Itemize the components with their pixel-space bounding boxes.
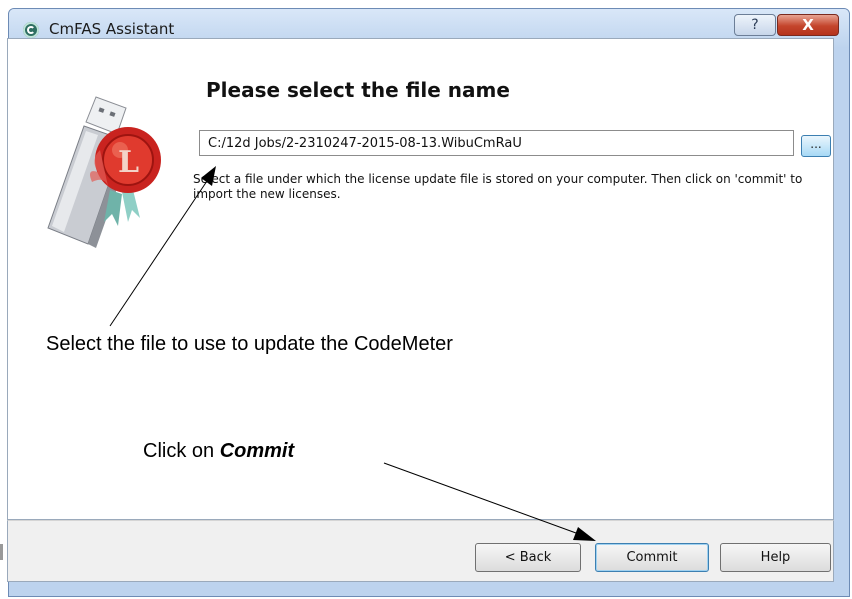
page-heading: Please select the file name (206, 78, 510, 102)
annotation-click-target: Commit (219, 440, 295, 462)
close-button[interactable]: X (777, 14, 839, 36)
codemeter-logo-icon (23, 22, 39, 38)
instruction-text: Select a file under which the license up… (193, 172, 803, 201)
annotation-click-commit: Click on Commit (143, 440, 294, 463)
annotation-select-file: Select the file to use to update the Cod… (46, 333, 453, 355)
window-edge-grip (0, 544, 3, 560)
annotation-click-prefix: Click on (143, 440, 220, 462)
wizard-content-area (7, 38, 834, 520)
help-title-button[interactable]: ? (734, 14, 776, 36)
back-button[interactable]: < Back (475, 543, 581, 572)
help-button[interactable]: Help (720, 543, 831, 572)
window-title: CmFAS Assistant (49, 20, 175, 38)
file-path-input[interactable] (199, 130, 794, 156)
wizard-button-bar (7, 520, 834, 582)
commit-button[interactable]: Commit (595, 543, 709, 572)
browse-button[interactable]: ... (801, 135, 831, 157)
